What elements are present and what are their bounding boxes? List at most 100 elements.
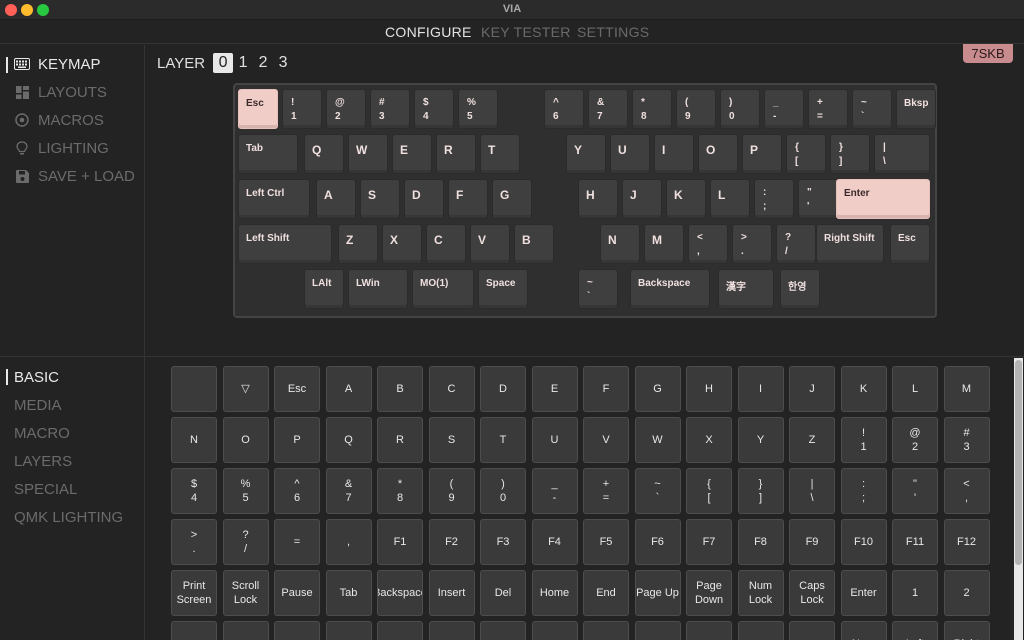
keyboard-key[interactable]: {[	[786, 134, 826, 174]
keyboard-key[interactable]: I	[654, 134, 694, 174]
keyboard-key[interactable]: B	[514, 224, 554, 264]
keyboard-key[interactable]: P	[742, 134, 782, 174]
keycode-button[interactable]	[325, 621, 372, 640]
keycode-button[interactable]: ,	[325, 519, 372, 565]
keyboard-key[interactable]: J	[622, 179, 662, 219]
keycode-button[interactable]: ~ `	[634, 468, 681, 514]
keycode-button[interactable]: " '	[892, 468, 938, 514]
keyboard-key[interactable]: G	[492, 179, 532, 219]
keycode-button[interactable]: I	[737, 366, 784, 412]
keyboard-key[interactable]: }]	[830, 134, 870, 174]
keyboard-key[interactable]: & 7	[588, 89, 628, 129]
keyboard-key[interactable]: Q	[304, 134, 344, 174]
keycode-button[interactable]: V	[583, 417, 629, 463]
keycode-button[interactable]: Y	[737, 417, 784, 463]
keycode-button[interactable]: <,	[943, 468, 990, 514]
keycode-button[interactable]: F10	[840, 519, 887, 565]
keycode-button[interactable]	[583, 621, 629, 640]
keyboard-key[interactable]: $4	[414, 89, 454, 129]
keycode-button[interactable]: Page Down	[686, 570, 732, 616]
keycode-button[interactable]: Tab	[325, 570, 372, 616]
keycode-button[interactable]	[789, 621, 835, 640]
keycode-button[interactable]: F1	[377, 519, 423, 565]
keycode-button[interactable]: Home	[531, 570, 578, 616]
keyboard-key[interactable]: L	[710, 179, 750, 219]
keycode-button[interactable]: Pause	[274, 570, 320, 616]
keycode-button[interactable]: F11	[892, 519, 938, 565]
keycode-button[interactable]: }]	[737, 468, 784, 514]
keyboard-key[interactable]: O	[698, 134, 738, 174]
sidebar-item-macros[interactable]: MACROS	[14, 109, 104, 131]
keyboard-key[interactable]: <,	[688, 224, 728, 264]
keycode-button[interactable]: 1	[892, 570, 938, 616]
keyboard-key[interactable]: C	[426, 224, 466, 264]
keycode-button[interactable]: T	[480, 417, 526, 463]
keyboard-key[interactable]: V	[470, 224, 510, 264]
keycode-button[interactable]: Num Lock	[737, 570, 784, 616]
keycode-button[interactable]: >.	[171, 519, 217, 565]
sidebar-item-keymap[interactable]: KEYMAP	[14, 53, 101, 75]
keycode-button[interactable]: C	[428, 366, 475, 412]
keyboard-key[interactable]: LWin	[348, 269, 408, 309]
keyboard-key[interactable]: | \	[874, 134, 930, 174]
keyboard-key[interactable]: T	[480, 134, 520, 174]
keycode-button[interactable]: F2	[428, 519, 475, 565]
category-special[interactable]: SPECIAL	[14, 481, 77, 498]
keycode-button[interactable]: R	[377, 417, 423, 463]
keycode-button[interactable]	[634, 621, 681, 640]
keyboard-key[interactable]: #3	[370, 89, 410, 129]
keyboard-key[interactable]: E	[392, 134, 432, 174]
keyboard-key[interactable]: N	[600, 224, 640, 264]
category-media[interactable]: MEDIA	[14, 397, 62, 414]
keyboard-key[interactable]: X	[382, 224, 422, 264]
scrollbar-thumb[interactable]	[1015, 360, 1022, 565]
tab-key-tester[interactable]: KEY TESTER	[481, 24, 571, 40]
layer-2-button[interactable]: 2	[253, 53, 273, 73]
keycode-button[interactable]: Scroll Lock	[222, 570, 269, 616]
keyboard-key[interactable]: (9	[676, 89, 716, 129]
keycode-button[interactable]: F4	[531, 519, 578, 565]
keycode-button[interactable]: U	[531, 417, 578, 463]
keycode-scrollbar[interactable]	[1014, 358, 1023, 640]
keyboard-key[interactable]: ! 1	[282, 89, 322, 129]
keyboard-key[interactable]: MO(1)	[412, 269, 474, 309]
keycode-button[interactable]: M	[943, 366, 990, 412]
keycode-button[interactable]: L	[892, 366, 938, 412]
keycode-button[interactable]: Page Up	[634, 570, 681, 616]
layer-3-button[interactable]: 3	[273, 53, 293, 73]
category-layers[interactable]: LAYERS	[14, 453, 72, 470]
keyboard-key[interactable]: Z	[338, 224, 378, 264]
keycode-button[interactable]: Right	[943, 621, 990, 640]
keyboard-key[interactable]: D	[404, 179, 444, 219]
keycode-button[interactable]: D	[480, 366, 526, 412]
keycode-button[interactable]: O	[222, 417, 269, 463]
keycode-button[interactable]	[171, 366, 217, 412]
tab-settings[interactable]: SETTINGS	[577, 24, 649, 40]
keycode-button[interactable]: ? /	[222, 519, 269, 565]
keycode-button[interactable]: ^ 6	[274, 468, 320, 514]
keyboard-key[interactable]: _ -	[764, 89, 804, 129]
keycode-button[interactable]	[274, 621, 320, 640]
keyboard-key[interactable]: M	[644, 224, 684, 264]
sidebar-item-save-load[interactable]: SAVE + LOAD	[14, 165, 135, 187]
keyboard-key[interactable]: F	[448, 179, 488, 219]
keycode-button[interactable]: W	[634, 417, 681, 463]
keyboard-key[interactable]: Bksp	[896, 89, 936, 129]
keyboard-key[interactable]: ~ `	[852, 89, 892, 129]
layer-0-button[interactable]: 0	[213, 53, 234, 73]
keycode-button[interactable]: {[	[686, 468, 732, 514]
keycode-button[interactable]	[686, 621, 732, 640]
keyboard-key[interactable]: LAlt	[304, 269, 344, 309]
keycode-button[interactable]: Print Screen	[171, 570, 217, 616]
keyboard-key[interactable]: ? /	[776, 224, 816, 264]
keycode-button[interactable]	[531, 621, 578, 640]
keycode-button[interactable]: ▽	[222, 366, 269, 412]
keycode-button[interactable]: @2	[892, 417, 938, 463]
keycode-button[interactable]: E	[531, 366, 578, 412]
category-qmk-lighting[interactable]: QMK LIGHTING	[14, 509, 123, 526]
keyboard-key[interactable]: ^ 6	[544, 89, 584, 129]
keycode-button[interactable]: A	[325, 366, 372, 412]
keycode-button[interactable]: (9	[428, 468, 475, 514]
keyboard-key[interactable]: H	[578, 179, 618, 219]
keycode-button[interactable]: Esc	[274, 366, 320, 412]
